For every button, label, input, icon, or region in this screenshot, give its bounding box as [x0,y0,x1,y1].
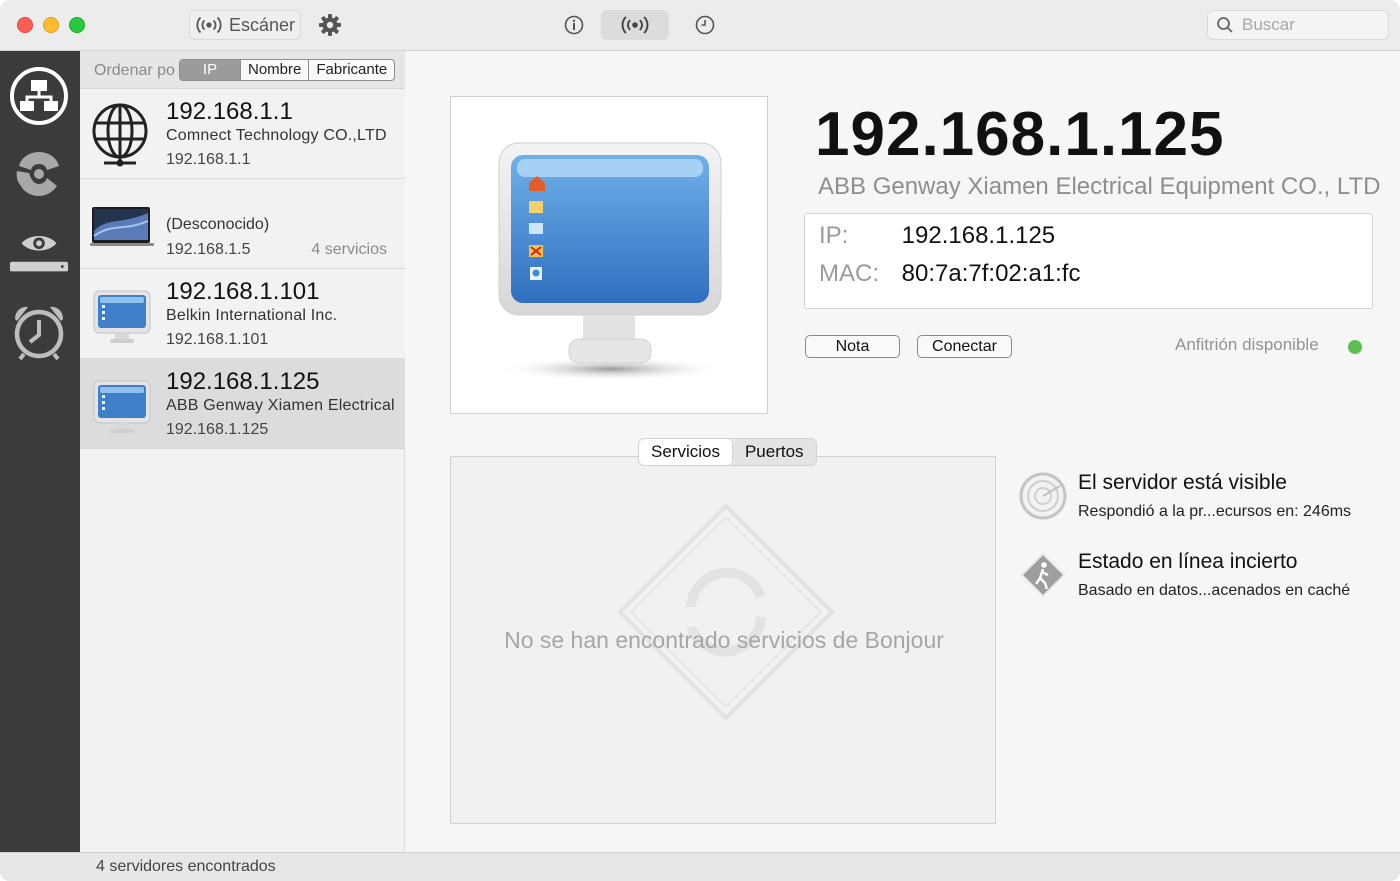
eye-icon [9,236,69,272]
sidebar-item-alarm[interactable] [8,301,70,363]
app-window: Escáner Buscar Ordenar po IP Nombre Fabr… [0,0,1400,881]
minimize-window-button[interactable] [43,17,59,33]
device-list-panel: Ordenar po IP Nombre Fabricante 192.168.… [80,51,405,852]
clock-icon [695,15,715,35]
device-preview [450,96,768,414]
device-vendor: ABB Genway Xiamen Electrical [166,397,395,414]
gear-icon [319,14,341,36]
status-bar: 4 servidores encontrados [0,852,1400,881]
device-title-vendor: ABB Genway Xiamen Electrical Equipment C… [818,173,1381,200]
sort-bar: Ordenar po IP Nombre Fabricante [80,51,405,89]
monitor-icon [90,371,154,437]
status-subtitle: Basado en datos...acenados en caché [1078,582,1351,599]
detail-tabs: Servicios Puertos [638,438,817,466]
scan-view-button[interactable] [601,10,669,40]
servers-found-count: 4 servidores encontrados [96,858,276,875]
device-detail-panel: 192.168.1.125 ABB Genway Xiamen Electric… [405,51,1400,852]
device-ip-title: 192.168.1.125 [166,368,320,395]
device-ip: 192.168.1.5 [166,241,251,258]
scanner-label: Escáner [228,14,296,35]
device-row[interactable]: 192.168.1.1 Comnect Technology CO.,LTD 1… [80,89,405,179]
device-vendor: Belkin International Inc. [166,307,338,324]
monitor-icon [90,281,154,347]
search-input[interactable] [1242,15,1372,35]
device-row[interactable]: (Desconocido) 192.168.1.5 4 servicios [80,179,405,269]
status-subtitle: Respondió a la pr...ecursos en: 246ms [1078,503,1352,520]
sort-option-vendor[interactable]: Fabricante [308,60,394,80]
connect-button[interactable]: Conectar [917,335,1012,358]
sort-option-name[interactable]: Nombre [240,60,308,80]
pedestrian-sign-icon [1020,552,1066,598]
mac-row: MAC: 80:7a:7f:02:a1:fc [819,260,1080,288]
device-services-count: 4 servicios [311,241,387,258]
radiation-icon [16,152,59,196]
ip-value: 192.168.1.125 [901,222,1056,249]
device-title-ip: 192.168.1.125 [815,100,1225,169]
device-ip: 192.168.1.1 [166,151,251,168]
search-icon [1217,17,1233,33]
sidebar-item-monitor[interactable] [8,221,70,283]
device-ip-title: 192.168.1.1 [166,98,293,125]
device-ip: 192.168.1.101 [166,331,269,348]
availability-label: Anfitrión disponible [1175,335,1319,354]
mac-value: 80:7a:7f:02:a1:fc [901,260,1081,287]
device-name: (Desconocido) [166,216,270,233]
history-button[interactable] [690,10,720,40]
radar-icon [1019,472,1067,520]
laptop-icon [90,191,154,257]
scanner-button[interactable]: Escáner [189,10,301,40]
title-bar: Escáner [0,0,1400,51]
status-title: Estado en línea incierto [1078,550,1298,573]
services-empty-message: No se han encontrado servicios de Bonjou… [504,627,944,653]
sidebar-item-network[interactable] [8,65,70,127]
monitor-icon [496,142,726,381]
mac-label: MAC: [819,260,879,287]
sort-option-ip[interactable]: IP [180,60,240,80]
sort-label: Ordenar po [94,62,175,79]
device-info-box: IP: 192.168.1.125 MAC: 80:7a:7f:02:a1:fc [804,213,1373,309]
device-row-selected[interactable]: 192.168.1.125 ABB Genway Xiamen Electric… [80,359,405,449]
settings-button[interactable] [314,10,346,40]
info-button[interactable] [560,10,588,40]
broadcast-icon [196,16,222,34]
tab-services[interactable]: Servicios [639,439,733,465]
availability-indicator [1348,340,1362,354]
status-title: El servidor está visible [1078,471,1287,494]
alarm-clock-icon [14,306,64,361]
sidebar-item-bonjour[interactable] [8,143,70,205]
sort-segmented-control[interactable]: IP Nombre Fabricante [179,59,396,81]
info-icon [564,15,584,35]
services-list: No se han encontrado servicios de Bonjou… [450,456,996,824]
bonjour-placeholder-icon [617,503,835,721]
device-ip-title: 192.168.1.101 [166,278,320,305]
search-field[interactable] [1207,10,1389,40]
mode-sidebar [0,51,80,852]
device-ip: 192.168.1.125 [166,421,269,438]
tab-ports[interactable]: Puertos [733,439,816,465]
globe-icon [90,101,154,167]
close-window-button[interactable] [17,17,33,33]
broadcast-icon [621,16,649,34]
network-icon [10,67,68,125]
zoom-window-button[interactable] [69,17,85,33]
ip-label: IP: [819,222,849,249]
note-button[interactable]: Nota [805,335,900,358]
device-row[interactable]: 192.168.1.101 Belkin International Inc. … [80,269,405,359]
ip-row: IP: 192.168.1.125 [819,222,1055,250]
device-vendor: Comnect Technology CO.,LTD [166,127,387,144]
